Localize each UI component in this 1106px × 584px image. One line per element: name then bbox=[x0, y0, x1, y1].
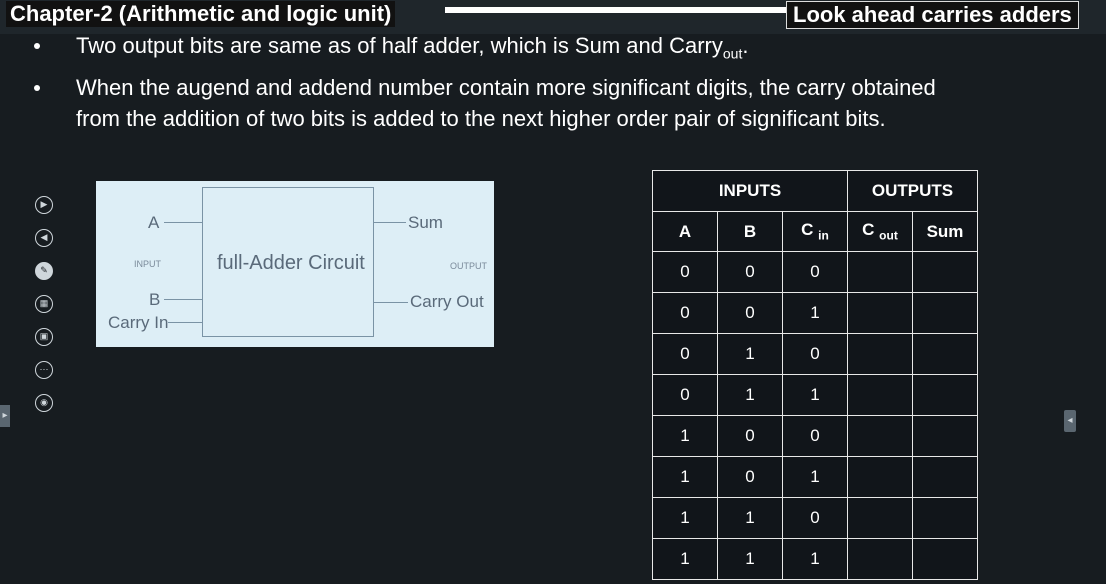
col-cout-main: C bbox=[862, 220, 875, 240]
table-cell bbox=[912, 333, 978, 375]
col-cin-main: C bbox=[801, 220, 814, 240]
table-cell: 0 bbox=[782, 497, 848, 539]
table-row: 000 bbox=[652, 251, 978, 293]
col-a-header: A bbox=[652, 211, 718, 252]
table-cell: 1 bbox=[717, 497, 783, 539]
input-a-label: A bbox=[148, 213, 160, 232]
shape-icon[interactable]: ▦ bbox=[35, 295, 53, 313]
table-cell bbox=[912, 538, 978, 580]
carry-out-wire bbox=[374, 302, 408, 303]
col-sum-header: Sum bbox=[912, 211, 978, 252]
input-b-label: B bbox=[149, 290, 161, 309]
table-row: 001 bbox=[652, 292, 978, 334]
carry-in-label: Carry In bbox=[108, 313, 169, 332]
left-expand-arrow-icon[interactable]: ▸ bbox=[0, 405, 10, 427]
output-caption: OUTPUT bbox=[450, 261, 487, 271]
bullet-1-text: Two output bits are same as of half adde… bbox=[76, 33, 723, 58]
table-cell: 1 bbox=[782, 374, 848, 416]
inputs-header: INPUTS bbox=[652, 170, 848, 212]
header-divider bbox=[445, 7, 787, 13]
input-a-wire bbox=[164, 222, 202, 223]
bullet-1-sub: out bbox=[722, 45, 743, 62]
table-cell bbox=[912, 374, 978, 416]
table-cell: 1 bbox=[782, 292, 848, 334]
table-cell bbox=[912, 292, 978, 334]
table-cell: 1 bbox=[652, 456, 718, 498]
slide-title: Look ahead carries adders bbox=[786, 1, 1079, 29]
table-cell: 0 bbox=[782, 251, 848, 293]
table-cell: 1 bbox=[717, 538, 783, 580]
table-row: 011 bbox=[652, 374, 978, 416]
camera-icon[interactable]: ◉ bbox=[35, 394, 53, 412]
input-b-wire bbox=[164, 299, 202, 300]
col-cin-header: C in bbox=[782, 211, 848, 252]
col-cout-sub: out bbox=[879, 228, 898, 243]
table-cell: 0 bbox=[652, 374, 718, 416]
annotation-toolbar: ▶ ◀ ✎ ▦ ▣ ⋯ ◉ bbox=[32, 196, 54, 427]
play-back-icon[interactable]: ◀ bbox=[35, 229, 53, 247]
bullet-2-line-2: from the addition of two bits is added t… bbox=[76, 106, 886, 131]
col-cin-sub: in bbox=[818, 228, 829, 243]
bullet-dot bbox=[34, 43, 40, 49]
bullet-2-line-1: When the augend and addend number contai… bbox=[76, 75, 936, 100]
table-cell: 0 bbox=[782, 415, 848, 457]
table-row: 111 bbox=[652, 538, 978, 580]
pen-icon[interactable]: ✎ bbox=[35, 262, 53, 280]
table-cell: 1 bbox=[717, 333, 783, 375]
table-cell: 0 bbox=[652, 292, 718, 334]
play-forward-icon[interactable]: ▶ bbox=[35, 196, 53, 214]
table-cell bbox=[847, 374, 913, 416]
table-row: 101 bbox=[652, 456, 978, 498]
table-row: 100 bbox=[652, 415, 978, 457]
table-cell: 0 bbox=[782, 333, 848, 375]
input-caption: INPUT bbox=[134, 259, 161, 269]
table-cell: 0 bbox=[652, 333, 718, 375]
table-cell bbox=[912, 456, 978, 498]
table-cell: 1 bbox=[782, 456, 848, 498]
table-cell: 0 bbox=[717, 292, 783, 334]
chapter-title: Chapter-2 (Arithmetic and logic unit) bbox=[6, 1, 396, 27]
sum-label: Sum bbox=[408, 213, 443, 232]
right-expand-arrow-icon[interactable]: ◂ bbox=[1064, 410, 1076, 432]
table-row: 110 bbox=[652, 497, 978, 539]
sum-wire bbox=[374, 222, 406, 223]
table-cell: 1 bbox=[652, 497, 718, 539]
bullet-1: Two output bits are same as of half adde… bbox=[76, 31, 748, 68]
table-cell bbox=[847, 292, 913, 334]
table-cell: 1 bbox=[782, 538, 848, 580]
table-cell bbox=[912, 251, 978, 293]
bullet-dot bbox=[34, 85, 40, 91]
table-cell: 1 bbox=[717, 374, 783, 416]
full-adder-diagram: full-Adder Circuit A INPUT B Carry In Su… bbox=[96, 181, 494, 347]
table-cell bbox=[847, 415, 913, 457]
table-cell: 0 bbox=[717, 415, 783, 457]
col-cout-header: C out bbox=[847, 211, 913, 252]
table-cell bbox=[847, 333, 913, 375]
table-cell bbox=[847, 497, 913, 539]
bullet-1-suffix: . bbox=[742, 33, 749, 58]
table-cell: 0 bbox=[717, 456, 783, 498]
table-cell bbox=[912, 497, 978, 539]
carry-in-wire bbox=[168, 322, 202, 323]
table-cell: 0 bbox=[717, 251, 783, 293]
col-b-header: B bbox=[717, 211, 783, 252]
more-icon[interactable]: ⋯ bbox=[35, 361, 53, 379]
table-cell: 1 bbox=[652, 538, 718, 580]
outputs-header: OUTPUTS bbox=[847, 170, 978, 212]
table-cell bbox=[912, 415, 978, 457]
table-cell bbox=[847, 538, 913, 580]
table-cell: 0 bbox=[652, 251, 718, 293]
full-adder-label: full-Adder Circuit bbox=[217, 252, 365, 274]
truth-table: INPUTS OUTPUTS A B C in C out Sum 000001… bbox=[652, 170, 978, 580]
table-cell: 1 bbox=[652, 415, 718, 457]
screen-icon[interactable]: ▣ bbox=[35, 328, 53, 346]
table-cell bbox=[847, 251, 913, 293]
table-cell bbox=[847, 456, 913, 498]
carry-out-label: Carry Out bbox=[410, 292, 484, 311]
table-row: 010 bbox=[652, 333, 978, 375]
